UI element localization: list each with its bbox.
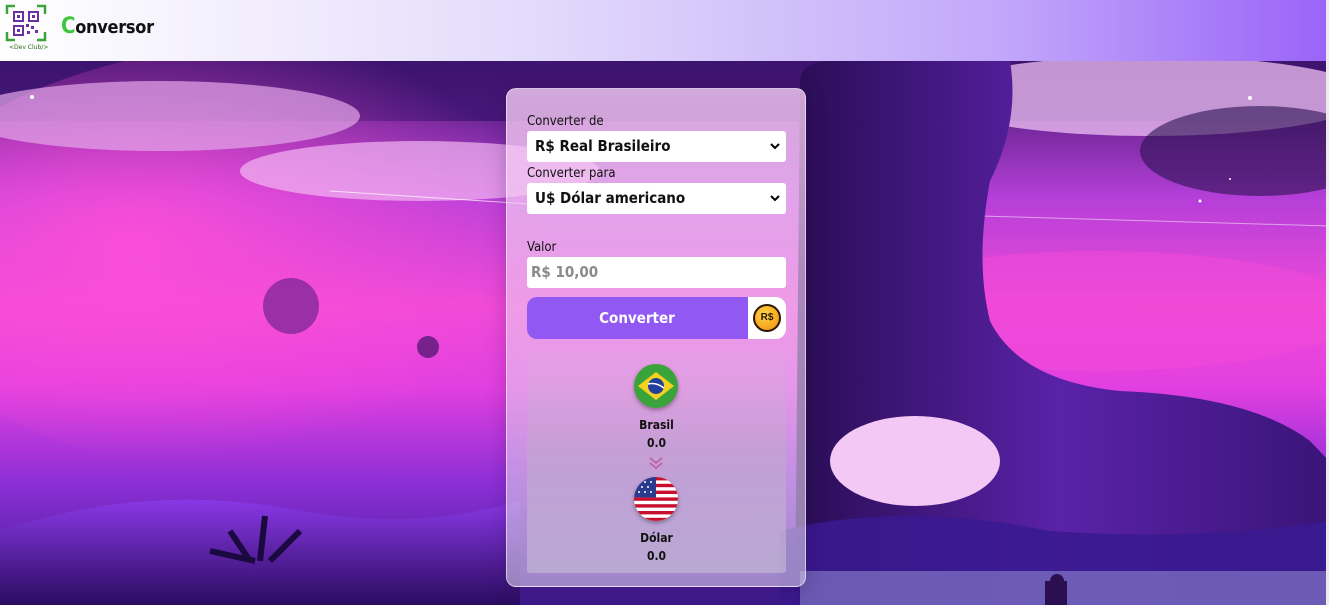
converter-card: Converter de R$ Real Brasileiro Converte… <box>506 88 806 587</box>
from-currency-select[interactable]: R$ Real Brasileiro <box>527 131 786 162</box>
from-label: Converter de <box>527 114 604 129</box>
result-panel: Brasil 0.0 Dólar 0.0 <box>527 352 786 573</box>
to-currency-select[interactable]: U$ Dólar americano <box>527 183 786 214</box>
value-label: Valor <box>527 240 557 255</box>
dev-club-logo-icon[interactable]: <Dev Club/> <box>5 4 49 51</box>
from-currency-value-display: 0.0 <box>646 436 667 450</box>
to-currency-name: Dólar <box>640 531 673 545</box>
title-rest: onversor <box>75 17 154 38</box>
chevron-down-icon <box>770 183 780 226</box>
coin-box: R$ <box>748 297 786 339</box>
convert-button-label: Converter <box>599 309 675 327</box>
real-coin-icon: R$ <box>753 304 781 332</box>
page-title: Conversor <box>61 14 154 39</box>
convert-button[interactable]: Converter R$ <box>527 297 786 339</box>
value-input[interactable]: R$ 10,00 <box>527 257 786 288</box>
from-currency-value: R$ Real Brasileiro <box>535 137 671 155</box>
brazil-flag-icon <box>634 364 678 408</box>
to-currency-value: U$ Dólar americano <box>535 189 686 207</box>
double-chevron-down-icon <box>648 455 664 471</box>
title-first-letter: C <box>61 14 76 39</box>
app-header: <Dev Club/> Conversor <box>0 0 1329 61</box>
usa-flag-icon <box>634 477 678 521</box>
from-currency-name: Brasil <box>639 418 674 432</box>
chevron-down-icon <box>770 131 780 174</box>
to-label: Converter para <box>527 166 616 181</box>
logo-text: <Dev Club/> <box>9 44 49 51</box>
to-currency-value-display: 0.0 <box>646 549 667 563</box>
